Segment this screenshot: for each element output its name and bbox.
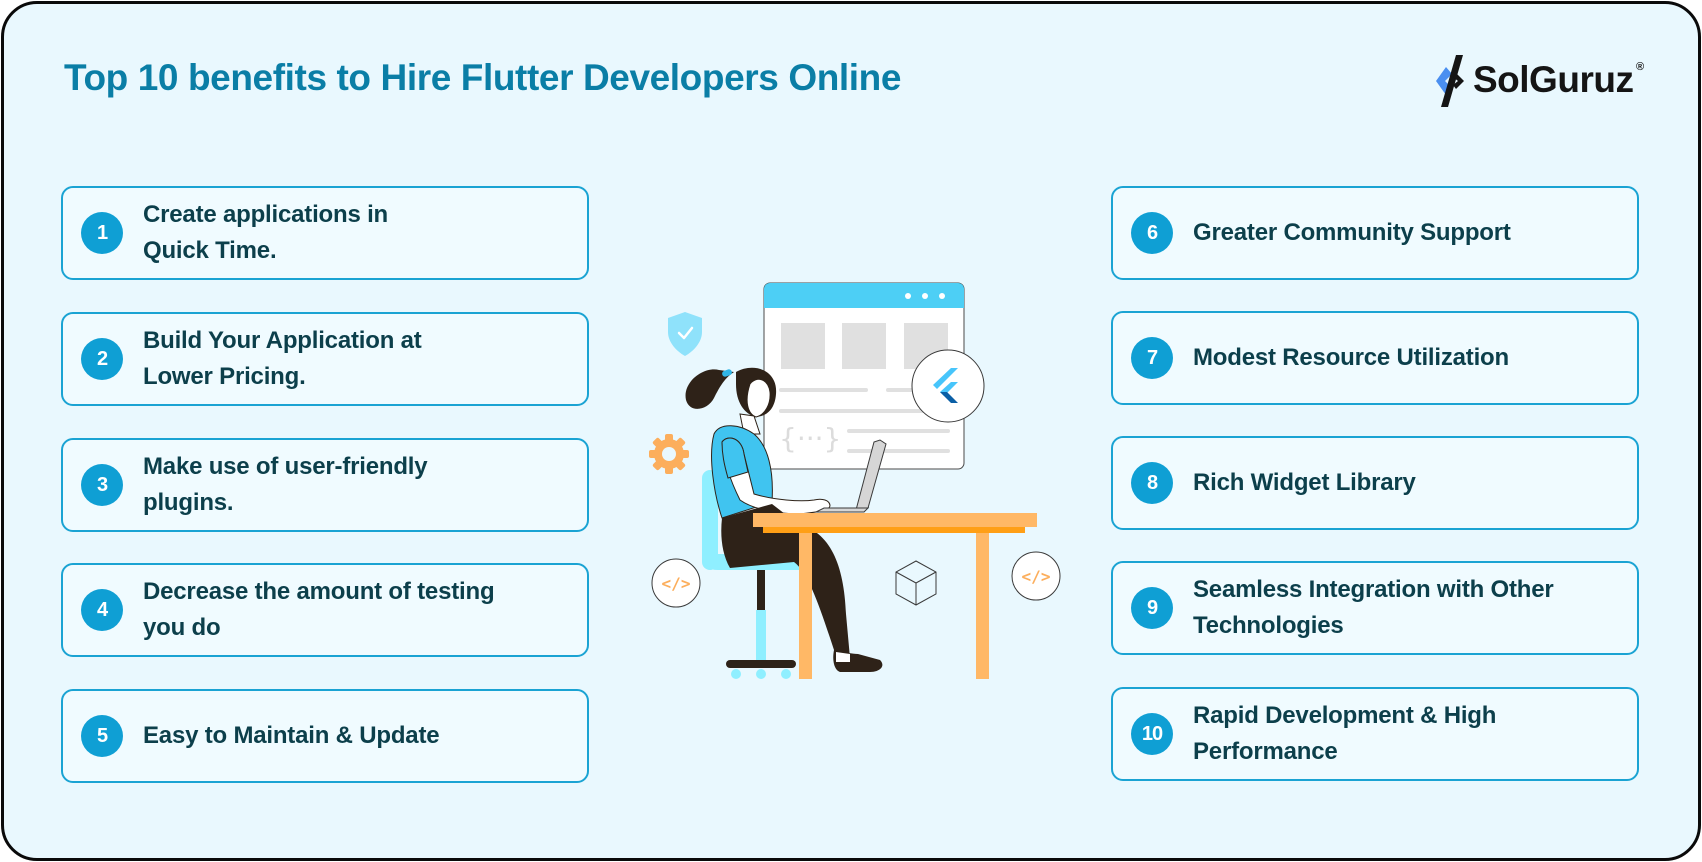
benefit-line: Performance xyxy=(1193,738,1338,765)
code-tag-text: </> xyxy=(1022,567,1051,586)
number-badge: 2 xyxy=(81,338,123,380)
benefit-line: Greater Community Support xyxy=(1193,219,1511,246)
benefit-card-2: 2 Build Your Application at Lower Pricin… xyxy=(61,312,589,406)
shield-check-icon xyxy=(668,312,702,356)
brand-name: SolGuruz xyxy=(1473,59,1634,100)
benefit-line: Build Your Application at xyxy=(143,327,422,354)
code-tag-icon: </> xyxy=(1011,551,1061,601)
number-badge: 9 xyxy=(1131,587,1173,629)
benefit-text: Easy to Maintain & Update xyxy=(143,718,567,754)
benefit-line: Easy to Maintain & Update xyxy=(143,722,440,749)
benefit-line: Rich Widget Library xyxy=(1193,469,1416,496)
benefit-card-4: 4 Decrease the amount of testing you do xyxy=(61,563,589,657)
code-tag-text: </> xyxy=(662,574,691,593)
number-badge: 4 xyxy=(81,589,123,631)
number-badge: 6 xyxy=(1131,212,1173,254)
number-badge: 7 xyxy=(1131,337,1173,379)
number-badge: 5 xyxy=(81,715,123,757)
benefit-card-3: 3 Make use of user-friendly plugins. xyxy=(61,438,589,532)
benefit-text: Greater Community Support xyxy=(1193,215,1617,251)
benefit-text: Rich Widget Library xyxy=(1193,465,1617,501)
benefit-line: Modest Resource Utilization xyxy=(1193,344,1509,371)
cube-icon xyxy=(895,560,937,606)
benefit-line: Make use of user-friendly xyxy=(143,453,428,480)
window-dot xyxy=(939,293,945,299)
benefit-line: plugins. xyxy=(143,489,234,516)
benefit-text: Make use of user-friendly plugins. xyxy=(143,449,567,521)
benefit-line: Rapid Development & High xyxy=(1193,702,1497,729)
page-title: Top 10 benefits to Hire Flutter Develope… xyxy=(64,57,902,98)
benefit-card-6: 6 Greater Community Support xyxy=(1111,186,1639,280)
benefit-card-1: 1 Create applications in Quick Time. xyxy=(61,186,589,280)
benefit-line: Decrease the amount of testing xyxy=(143,578,495,605)
code-placeholder: {···} xyxy=(779,422,841,455)
registered-mark: ® xyxy=(1636,61,1645,73)
solguruz-mark-icon xyxy=(1436,55,1464,107)
benefit-line: Quick Time. xyxy=(143,237,277,264)
window-dot xyxy=(905,293,911,299)
developer-illustration: {···} </> </> xyxy=(649,282,1061,679)
code-tag-icon: </> xyxy=(651,558,701,608)
benefit-text: Rapid Development & High Performance xyxy=(1193,698,1617,770)
window-dot xyxy=(922,293,928,299)
benefit-line: Create applications in xyxy=(143,201,388,228)
benefit-card-5: 5 Easy to Maintain & Update xyxy=(61,689,589,783)
benefit-card-9: 9 Seamless Integration with Other Techno… xyxy=(1111,561,1639,655)
benefit-text: Create applications in Quick Time. xyxy=(143,197,567,269)
number-badge: 8 xyxy=(1131,462,1173,504)
number-badge: 10 xyxy=(1131,713,1173,755)
flutter-logo-icon xyxy=(911,349,985,423)
benefit-card-10: 10 Rapid Development & High Performance xyxy=(1111,687,1639,781)
benefit-card-7: 7 Modest Resource Utilization xyxy=(1111,311,1639,405)
solguruz-logo: SolGuruz ® xyxy=(1434,53,1649,109)
benefit-line: Lower Pricing. xyxy=(143,363,306,390)
benefit-text: Build Your Application at Lower Pricing. xyxy=(143,323,567,395)
content-block xyxy=(842,323,886,369)
benefit-line: Technologies xyxy=(1193,612,1344,639)
benefit-text: Decrease the amount of testing you do xyxy=(143,574,567,646)
benefit-card-8: 8 Rich Widget Library xyxy=(1111,436,1639,530)
benefit-text: Modest Resource Utilization xyxy=(1193,340,1617,376)
infographic-frame: Top 10 benefits to Hire Flutter Develope… xyxy=(1,1,1701,861)
benefit-line: Seamless Integration with Other xyxy=(1193,576,1554,603)
gear-icon xyxy=(649,434,689,474)
content-block xyxy=(781,323,825,369)
number-badge: 1 xyxy=(81,212,123,254)
benefit-text: Seamless Integration with Other Technolo… xyxy=(1193,572,1617,644)
number-badge: 3 xyxy=(81,464,123,506)
benefit-line: you do xyxy=(143,614,221,641)
